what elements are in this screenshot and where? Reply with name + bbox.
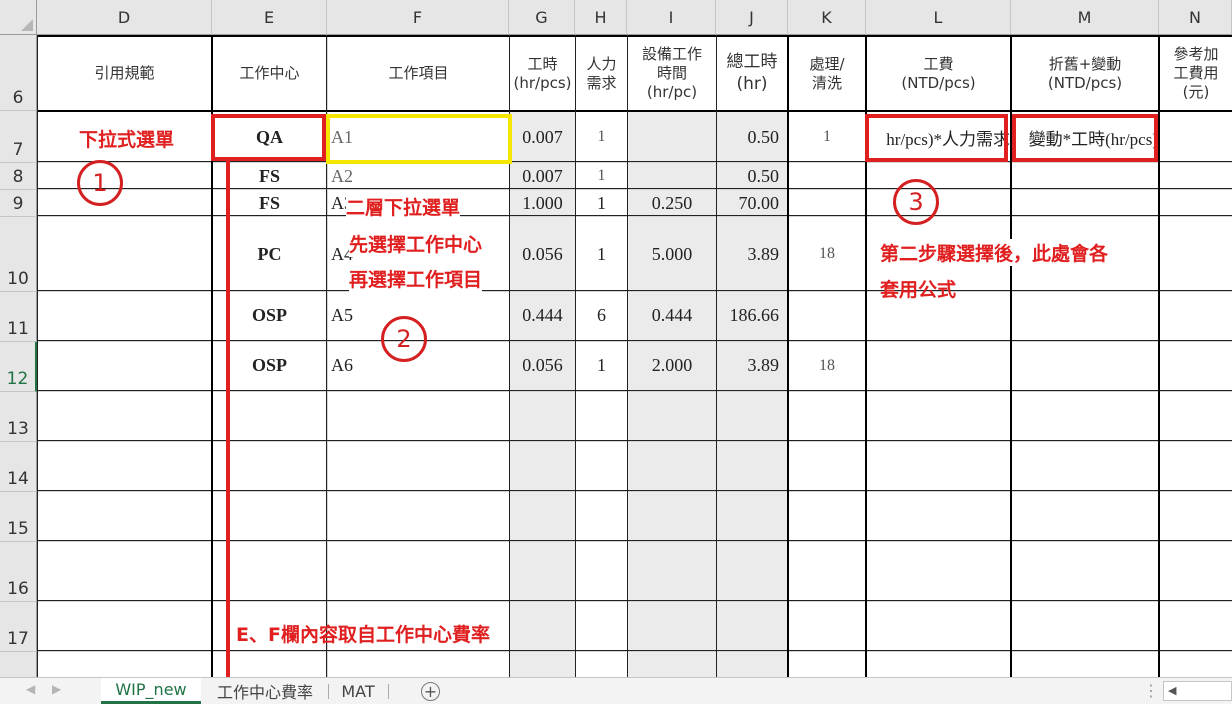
row-header-14[interactable]: 14 [0, 442, 37, 492]
formula-annotation-line1: 第二步驟選擇後，此處會各 [880, 239, 1109, 266]
row-header-7[interactable]: 7 [0, 111, 37, 163]
cell-g12[interactable]: 0.056 [510, 342, 575, 391]
labor-cost-formula-highlight [865, 114, 1008, 162]
cell-g9[interactable]: 1.000 [510, 190, 575, 216]
sheet-tab-mat[interactable]: MAT [330, 678, 386, 704]
row-header-15[interactable]: 15 [0, 492, 37, 542]
column-header-k[interactable]: K [788, 0, 866, 35]
select-all-corner[interactable] [0, 0, 37, 35]
cell-j10[interactable]: 3.89 [717, 217, 787, 291]
select-center-annotation: 先選擇工作中心 [349, 230, 483, 257]
cell-h9[interactable]: 1 [576, 190, 627, 216]
dropdown-annotation: 下拉式選單 [79, 129, 175, 151]
column-header-h[interactable]: H [575, 0, 627, 35]
header-work-hours: 工時 (hr/pcs) [513, 54, 572, 92]
column-header-f[interactable]: F [327, 0, 509, 35]
step-1-circle: 1 [77, 160, 123, 206]
row-header-10[interactable]: 10 [0, 217, 37, 292]
tab-split-handle-icon[interactable]: ⋮ [1143, 681, 1160, 700]
row-header-9[interactable]: 9 [0, 190, 37, 217]
select-item-annotation: 再選擇工作項目 [349, 265, 483, 292]
column-header-d[interactable]: D [37, 0, 212, 35]
header-processing-cleaning: 處理/ 清洗 [809, 54, 845, 92]
header-reference-spec: 引用規範 [94, 64, 155, 83]
row-header-17[interactable]: 17 [0, 602, 37, 652]
work-item-dropdown-highlight [326, 114, 512, 164]
column-header-n[interactable]: N [1159, 0, 1232, 35]
row-header-12[interactable]: 12 [0, 342, 37, 392]
cell-g7[interactable]: 0.007 [510, 112, 575, 162]
plus-circle-icon[interactable]: + [421, 682, 440, 701]
cell-i11[interactable]: 0.444 [628, 292, 716, 341]
cell-h11[interactable]: 6 [576, 292, 627, 341]
cell-i10[interactable]: 5.000 [628, 217, 716, 291]
work-center-dropdown-highlight [211, 114, 326, 161]
step-2-circle: 2 [381, 316, 427, 362]
header-labor-cost: 工費 (NTD/pcs) [901, 54, 976, 92]
cell-h10[interactable]: 1 [576, 217, 627, 291]
cell-k10[interactable]: 18 [789, 217, 865, 291]
row-header-16[interactable]: 16 [0, 542, 37, 602]
row-header-8[interactable]: 8 [0, 163, 37, 190]
cell-j8[interactable]: 0.50 [717, 163, 787, 189]
header-work-item: 工作項目 [388, 64, 449, 83]
column-header-j[interactable]: J [716, 0, 788, 35]
source-indicator-line [226, 160, 230, 677]
header-depreciation: 折舊+變動 (NTD/pcs) [1047, 54, 1123, 92]
cell-g10[interactable]: 0.056 [510, 217, 575, 291]
column-header-m[interactable]: M [1011, 0, 1159, 35]
sheet-tab-work-center-rate[interactable]: 工作中心費率 [204, 678, 326, 704]
cell-f8[interactable]: A2 [328, 163, 509, 189]
header-manpower: 人力 需求 [586, 54, 617, 92]
horizontal-scrollbar[interactable]: ◀ [1163, 681, 1232, 701]
header-equipment-time: 設備工作 時間 (hr/pc) [641, 45, 702, 101]
column-header-i[interactable]: I [627, 0, 716, 35]
sheet-tab-wip-new[interactable]: WIP_new [101, 678, 201, 704]
two-level-dropdown-annotation: 二層下拉選單 [346, 193, 461, 220]
cell-j7[interactable]: 0.50 [717, 112, 787, 162]
step-3-circle: 3 [893, 179, 939, 225]
column-header-e[interactable]: E [212, 0, 327, 35]
scroll-left-arrow-icon[interactable]: ◀ [1168, 684, 1176, 697]
cell-g11[interactable]: 0.444 [510, 292, 575, 341]
row-header-18[interactable] [0, 652, 37, 677]
cell-k12[interactable]: 18 [789, 342, 865, 391]
header-reference-fee: 參考加 工費用 (元) [1173, 45, 1219, 101]
source-annotation: E、F欄內容取自工作中心費率 [236, 624, 490, 646]
scroll-left-icon[interactable]: ◀ [26, 682, 35, 696]
cell-h8[interactable]: 1 [576, 163, 627, 189]
cell-j11[interactable]: 186.66 [717, 292, 787, 341]
header-total-hours: 總工時 (hr) [726, 52, 778, 94]
column-header-g[interactable]: G [509, 0, 575, 35]
cell-k7[interactable]: 1 [789, 112, 865, 162]
cell-g8[interactable]: 0.007 [510, 163, 575, 189]
cell-h7[interactable]: 1 [576, 112, 627, 162]
header-work-center: 工作中心 [239, 64, 300, 83]
depreciation-formula-highlight [1012, 114, 1158, 162]
column-header-l[interactable]: L [866, 0, 1011, 35]
row-header-6[interactable]: 6 [0, 35, 37, 111]
cell-i12[interactable]: 2.000 [628, 342, 716, 391]
scroll-right-icon[interactable]: ▶ [52, 682, 61, 696]
formula-annotation-line2: 套用公式 [880, 279, 957, 301]
cell-i9[interactable]: 0.250 [628, 190, 716, 216]
cell-j12[interactable]: 3.89 [717, 342, 787, 391]
cell-j9[interactable]: 70.00 [717, 190, 787, 216]
sheet-tab-bar: ◀ ▶ WIP_new 工作中心費率 MAT + ⋮ ◀ [0, 677, 1232, 704]
row-header-11[interactable]: 11 [0, 292, 37, 342]
row-header-13[interactable]: 13 [0, 392, 37, 442]
cell-h12[interactable]: 1 [576, 342, 627, 391]
